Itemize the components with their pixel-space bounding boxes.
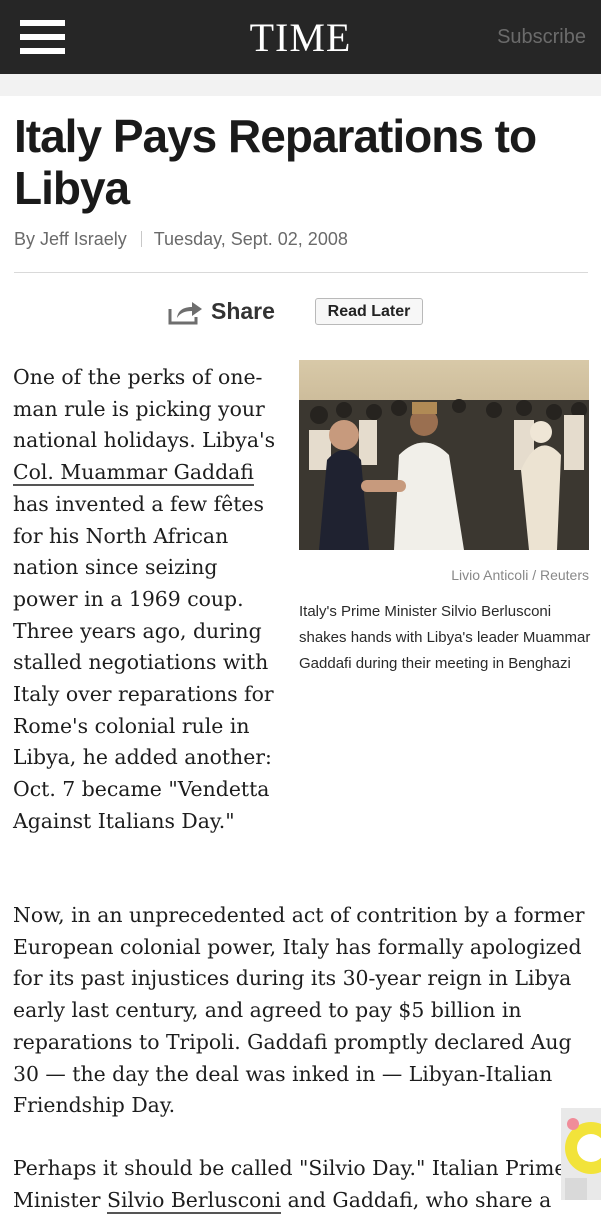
share-label: Share — [211, 298, 275, 324]
paragraph-1-text-a: One of the perks of one-man rule is pick… — [13, 365, 276, 453]
article-paragraph-2: Now, in an unprecedented act of contriti… — [13, 903, 585, 1118]
publish-date: Tuesday, Sept. 02, 2008 — [153, 229, 348, 249]
article-paragraph-1: One of the perks of one-man rule is pick… — [13, 362, 573, 838]
paragraph-1-text-b: has invented a few fêtes for his North A… — [13, 491, 274, 833]
floating-ad-widget[interactable] — [561, 1108, 601, 1200]
byline: By Jeff Israely Tuesday, Sept. 02, 2008 — [14, 229, 348, 250]
gaddafi-link[interactable]: Col. Muammar Gaddafi — [13, 460, 254, 487]
ad-graphic — [561, 1108, 601, 1200]
byline-separator — [140, 231, 142, 247]
article-paragraph-3: Perhaps it should be called "Silvio Day.… — [13, 1153, 591, 1216]
read-later-button[interactable]: Read Later — [315, 298, 423, 325]
subscribe-link[interactable]: Subscribe — [497, 26, 586, 49]
berlusconi-link[interactable]: Silvio Berlusconi — [107, 1187, 282, 1214]
share-button[interactable]: Share — [168, 298, 275, 325]
image-float-spacer — [285, 362, 573, 780]
share-arrow-icon — [168, 301, 202, 324]
article-title: Italy Pays Reparations to Libya — [14, 110, 537, 214]
top-navigation-bar: TIME Subscribe — [0, 0, 601, 74]
author-link[interactable]: By Jeff Israely — [14, 229, 127, 249]
byline-divider — [14, 272, 588, 273]
header-divider-band — [0, 74, 601, 96]
